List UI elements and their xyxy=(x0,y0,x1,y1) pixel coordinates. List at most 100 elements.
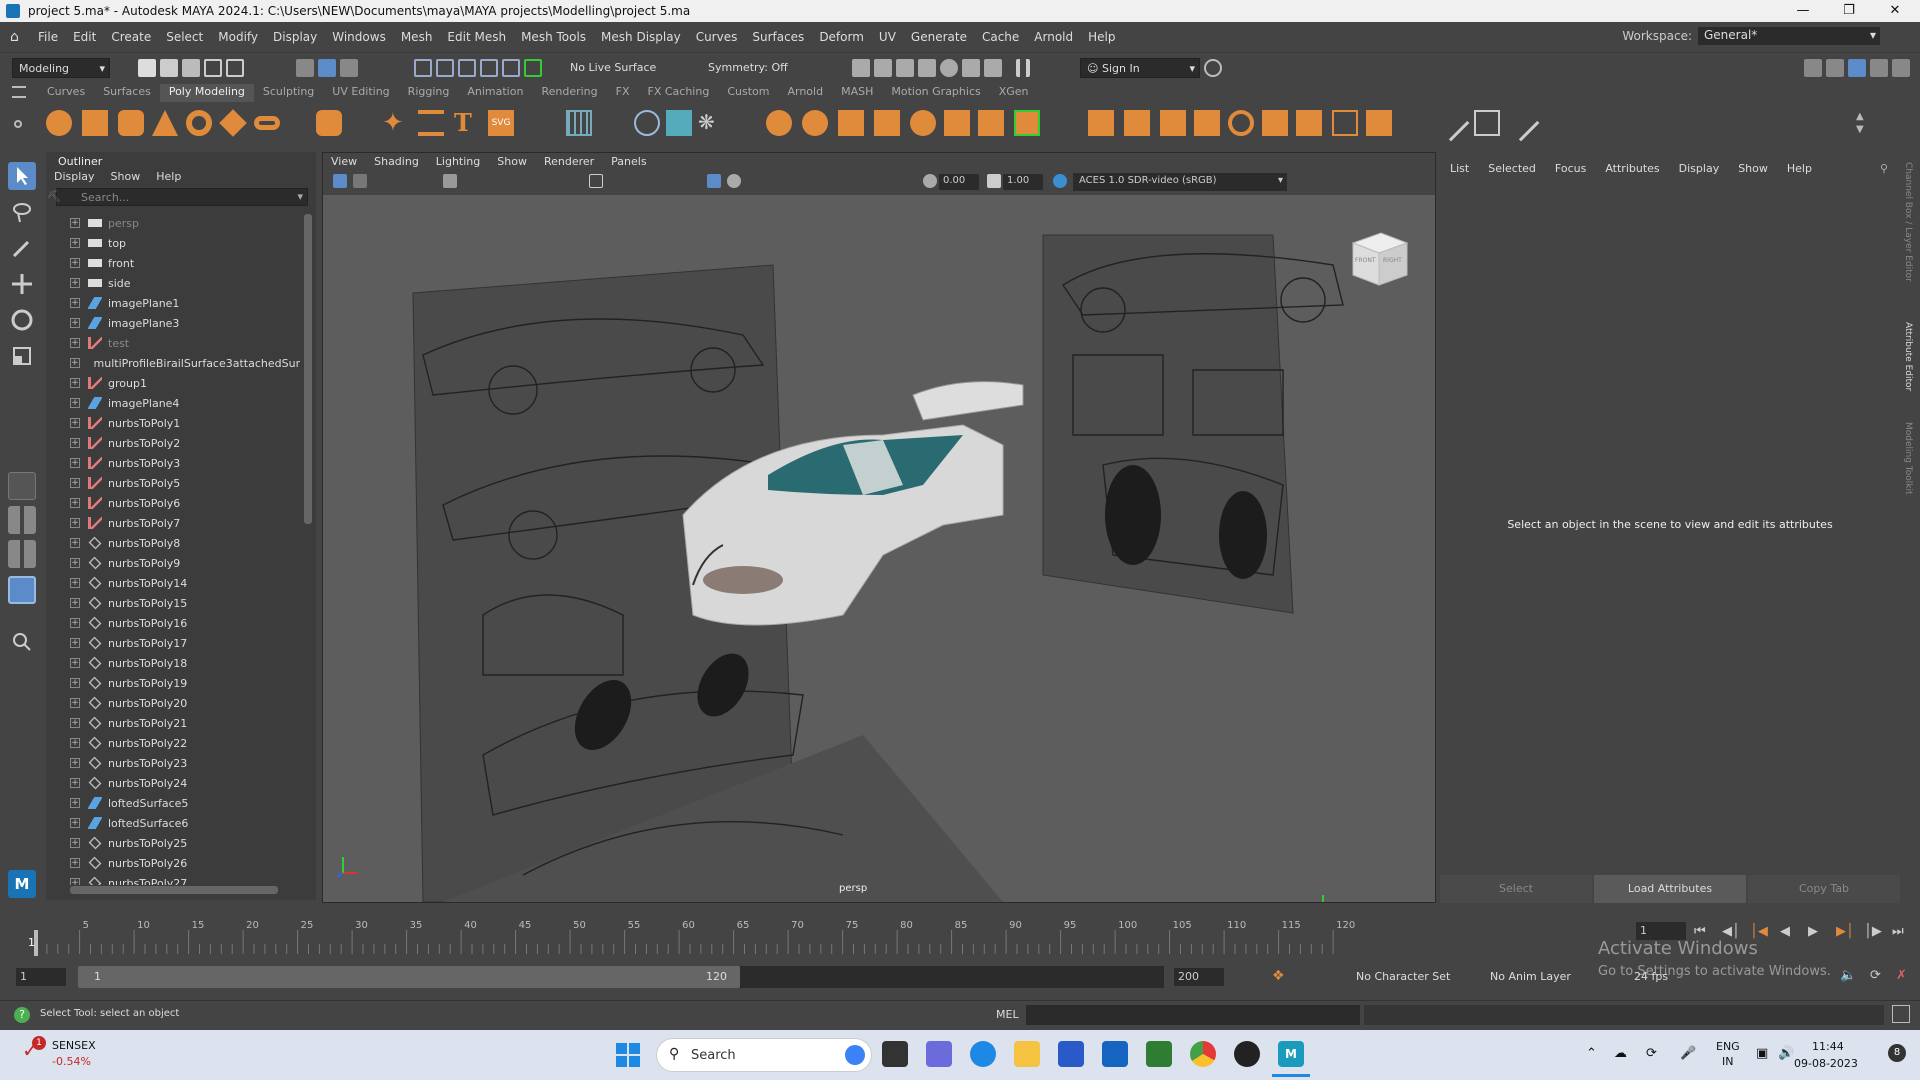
file-explorer-icon[interactable] xyxy=(1014,1041,1040,1067)
menu-select[interactable]: Select xyxy=(166,30,203,44)
ae-menu-attributes[interactable]: Attributes xyxy=(1605,162,1659,175)
outliner-item[interactable]: + test xyxy=(46,333,300,353)
minimize-button[interactable]: — xyxy=(1780,0,1826,22)
poly-disc-icon[interactable] xyxy=(254,116,280,130)
shelf-tab-animation[interactable]: Animation xyxy=(458,84,532,102)
outliner-item[interactable]: + front xyxy=(46,253,300,273)
menu-mesh[interactable]: Mesh xyxy=(401,30,433,44)
view-transform-dropdown[interactable]: ACES 1.0 SDR-video (sRGB) ▾ xyxy=(1073,173,1287,191)
outliner-item[interactable]: + nurbsToPoly20 xyxy=(46,693,300,713)
expand-icon[interactable]: + xyxy=(70,318,80,328)
outliner-item[interactable]: + top xyxy=(46,233,300,253)
target-weld-icon[interactable] xyxy=(1124,110,1150,136)
go-to-start-icon[interactable]: ⏮ xyxy=(1694,924,1706,939)
shelf-tab-poly-modeling[interactable]: Poly Modeling xyxy=(159,84,254,102)
render-setup-icon[interactable] xyxy=(962,59,980,77)
input-language-line2[interactable]: IN xyxy=(1722,1055,1733,1068)
microphone-icon[interactable]: 🎤 xyxy=(1680,1046,1696,1061)
ae-menu-help[interactable]: Help xyxy=(1787,162,1812,175)
move-tool-icon[interactable] xyxy=(8,270,36,298)
outliner-item[interactable]: + persp xyxy=(46,213,300,233)
combine-icon[interactable] xyxy=(634,110,660,136)
menu-set-dropdown[interactable]: Modeling ▾ xyxy=(12,58,110,78)
chrome-icon[interactable] xyxy=(1190,1041,1216,1067)
snap-to-projected-center-icon[interactable] xyxy=(480,59,498,77)
step-back-frame-icon[interactable]: │◀ xyxy=(1750,924,1768,939)
mirror-icon[interactable] xyxy=(978,110,1004,136)
go-to-end-icon[interactable]: ⏭ xyxy=(1892,924,1904,939)
arnold-render-view-icon[interactable] xyxy=(940,59,958,77)
viewport-menu-shading[interactable]: Shading xyxy=(374,153,419,171)
live-surface-field[interactable]: No Live Surface xyxy=(564,58,666,78)
input-language-line1[interactable]: ENG xyxy=(1716,1040,1740,1053)
persp-outliner-layout-icon[interactable] xyxy=(8,540,36,568)
bridge-icon[interactable] xyxy=(874,110,900,136)
new-scene-icon[interactable] xyxy=(138,59,156,77)
expand-icon[interactable]: + xyxy=(70,398,80,408)
menu-mesh-tools[interactable]: Mesh Tools xyxy=(521,30,586,44)
ae-menu-selected[interactable]: Selected xyxy=(1488,162,1536,175)
outliner-item[interactable]: + nurbsToPoly25 xyxy=(46,833,300,853)
shelf-tab-sculpting[interactable]: Sculpting xyxy=(254,84,323,102)
gamma-field[interactable]: 1.00 xyxy=(1003,174,1043,190)
light-editor-icon[interactable] xyxy=(984,59,1002,77)
expand-icon[interactable]: + xyxy=(70,258,80,268)
color-management-icon[interactable] xyxy=(1053,174,1067,188)
tool-settings-icon[interactable] xyxy=(1870,59,1888,77)
character-set-dropdown[interactable]: No Character Set xyxy=(1356,970,1450,983)
menu-display[interactable]: Display xyxy=(273,30,317,44)
menu-arnold[interactable]: Arnold xyxy=(1034,30,1073,44)
animation-end-field[interactable]: 200 xyxy=(1174,968,1224,986)
lasso-tool-icon[interactable] xyxy=(8,198,36,226)
teams-chat-icon[interactable] xyxy=(926,1041,952,1067)
play-backwards-icon[interactable]: ◀ xyxy=(1780,924,1790,939)
step-forward-frame-icon[interactable]: ▶│ xyxy=(1836,924,1854,939)
maya-home-icon[interactable]: M xyxy=(8,870,36,898)
uv-brush-icon[interactable] xyxy=(1502,104,1540,142)
redo-icon[interactable] xyxy=(226,59,244,77)
select-button[interactable]: Select xyxy=(1440,875,1592,903)
viewport-menu-show[interactable]: Show xyxy=(497,153,527,171)
select-camera-icon[interactable] xyxy=(333,174,347,188)
expand-icon[interactable]: + xyxy=(70,738,80,748)
outliner-menu-show[interactable]: Show xyxy=(111,170,141,183)
shelf-tab-mash[interactable]: MASH xyxy=(832,84,882,102)
expand-icon[interactable]: + xyxy=(70,778,80,788)
taskbar-search-input[interactable]: ⚲ Search xyxy=(656,1038,872,1072)
expand-icon[interactable]: + xyxy=(70,338,80,348)
outliner-item[interactable]: + nurbsToPoly9 xyxy=(46,553,300,573)
shelf-scroll-icon[interactable]: ▲ ▼ xyxy=(1856,110,1864,136)
outliner-item[interactable]: + nurbsToPoly2 xyxy=(46,433,300,453)
viewport-menu-lighting[interactable]: Lighting xyxy=(436,153,480,171)
attribute-editor-tab[interactable]: Attribute Editor xyxy=(1903,322,1913,412)
ae-menu-focus[interactable]: Focus xyxy=(1555,162,1586,175)
sign-in-dropdown[interactable]: ☺ Sign In ▾ xyxy=(1080,58,1200,78)
outliner-item[interactable]: + nurbsToPoly27 xyxy=(46,873,300,885)
restore-button[interactable]: ❐ xyxy=(1826,0,1872,22)
make-live-icon[interactable] xyxy=(524,59,542,77)
time-slider-ruler[interactable]: 5 10 15 20 25 30 35 40 45 50 55 60 65 70 75 80 85 90 95 100… xyxy=(26,910,1626,956)
expand-icon[interactable]: + xyxy=(70,598,80,608)
outliner-item[interactable]: + nurbsToPoly16 xyxy=(46,613,300,633)
select-by-hierarchy-icon[interactable] xyxy=(296,59,314,77)
expand-icon[interactable]: + xyxy=(70,498,80,508)
outliner-menu-display[interactable]: Display xyxy=(54,170,95,183)
shelf-tab-rigging[interactable]: Rigging xyxy=(399,84,459,102)
poly-plane-icon[interactable] xyxy=(219,109,247,137)
steam-icon[interactable] xyxy=(1234,1041,1260,1067)
snap-to-point-icon[interactable] xyxy=(458,59,476,77)
outliner-item[interactable]: + nurbsToPoly7 xyxy=(46,513,300,533)
search-icon[interactable] xyxy=(8,628,36,656)
fill-hole-icon[interactable] xyxy=(944,110,970,136)
viewport-menu-panels[interactable]: Panels xyxy=(611,153,646,171)
outliner-item[interactable]: + nurbsToPoly3 xyxy=(46,453,300,473)
outliner-item[interactable]: + nurbsToPoly23 xyxy=(46,753,300,773)
expand-icon[interactable]: + xyxy=(70,218,80,228)
select-tool-icon[interactable] xyxy=(8,162,36,190)
ipr-render-icon[interactable] xyxy=(874,59,892,77)
outliner-vertical-scrollbar[interactable] xyxy=(304,214,312,524)
sculpt-brush-icon[interactable] xyxy=(1432,104,1470,142)
expand-icon[interactable]: + xyxy=(70,478,80,488)
ae-menu-display[interactable]: Display xyxy=(1679,162,1720,175)
view-cube[interactable]: FRONT RIGHT xyxy=(1345,229,1409,287)
